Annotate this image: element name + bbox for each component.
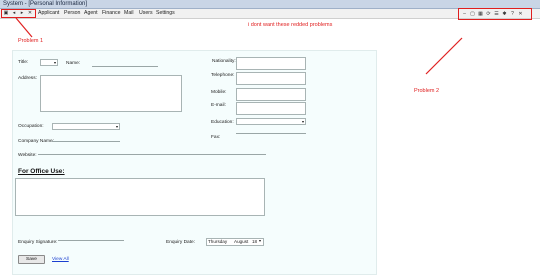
enquiry-date-day: Thursday	[208, 239, 228, 244]
title-select[interactable]: ▾	[40, 59, 58, 66]
enquiry-date-number: 18	[252, 239, 258, 244]
occupation-select[interactable]: ▾	[52, 123, 120, 130]
view-all-link[interactable]: View All	[52, 257, 69, 262]
title-label: Title:	[18, 60, 29, 65]
enquiry-date-label: Enquiry Date:	[166, 240, 196, 245]
company-name-input[interactable]	[52, 135, 120, 142]
nationality-label: Nationality:	[212, 59, 236, 64]
office-use-textarea[interactable]	[15, 178, 265, 216]
email-label: E-mail:	[211, 103, 226, 108]
fax-label: Fax:	[211, 135, 221, 140]
annotation-problem1: Problem 1	[18, 38, 44, 44]
education-select[interactable]: ▾	[236, 118, 306, 125]
website-label: Website:	[18, 153, 37, 158]
enquiry-signature-label: Enquiry Signature:	[18, 240, 58, 245]
fax-input[interactable]	[236, 127, 306, 134]
website-input[interactable]	[38, 148, 266, 155]
date-dropdown-icon[interactable]: ▾	[259, 238, 261, 243]
name-input[interactable]	[92, 60, 158, 67]
address-textarea[interactable]	[40, 75, 182, 112]
office-use-heading: For Office Use:	[18, 168, 65, 175]
telephone-label: Telephone:	[211, 73, 235, 78]
occupation-label: Occupation:	[18, 124, 44, 129]
annotation-problem2: Problem 2	[414, 88, 440, 94]
email-input[interactable]	[236, 102, 306, 115]
enquiry-date-month: August	[234, 239, 249, 244]
company-name-label: Company Name:	[18, 139, 54, 144]
name-label: Name:	[66, 61, 81, 66]
save-button[interactable]: Save	[18, 255, 45, 264]
mobile-label: Mobile:	[211, 90, 227, 95]
mobile-input[interactable]	[236, 88, 306, 101]
telephone-input[interactable]	[236, 72, 306, 85]
education-label: Education:	[211, 120, 234, 125]
enquiry-signature-input[interactable]	[58, 234, 124, 241]
address-label: Address:	[18, 76, 37, 81]
annotation-note: i dont want these redded problems	[248, 22, 333, 28]
nationality-input[interactable]	[236, 57, 306, 70]
